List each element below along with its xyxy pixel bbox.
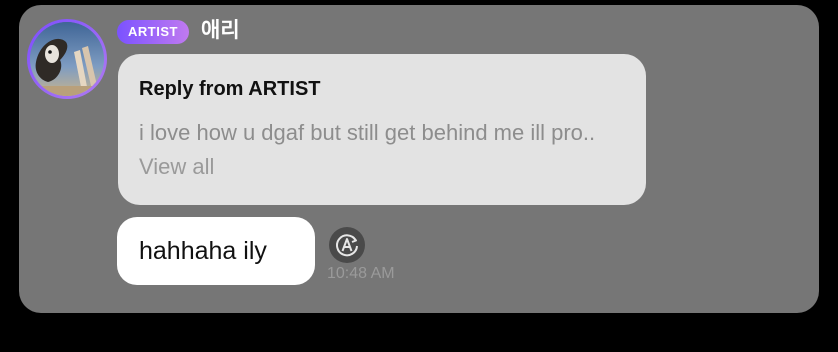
avatar[interactable]	[27, 19, 107, 99]
translate-button[interactable]	[329, 227, 365, 263]
reply-bubble[interactable]: Reply from ARTIST i love how u dgaf but …	[118, 54, 646, 205]
reply-title: Reply from ARTIST	[139, 78, 321, 100]
message-timestamp: 10:48 AM	[327, 265, 395, 282]
avatar-image	[30, 22, 104, 96]
reply-text: i love how u dgaf but still get behind m…	[139, 116, 629, 184]
artist-badge: ARTIST	[117, 20, 189, 44]
username[interactable]: 애리	[201, 17, 240, 45]
reply-preview-text: i love how u dgaf but still get behind m…	[139, 120, 596, 145]
message-bubble[interactable]: hahhaha ily	[117, 217, 315, 285]
avatar-photo-icon	[30, 22, 104, 96]
translate-icon	[336, 234, 358, 257]
view-all-link[interactable]: View all	[139, 154, 214, 179]
